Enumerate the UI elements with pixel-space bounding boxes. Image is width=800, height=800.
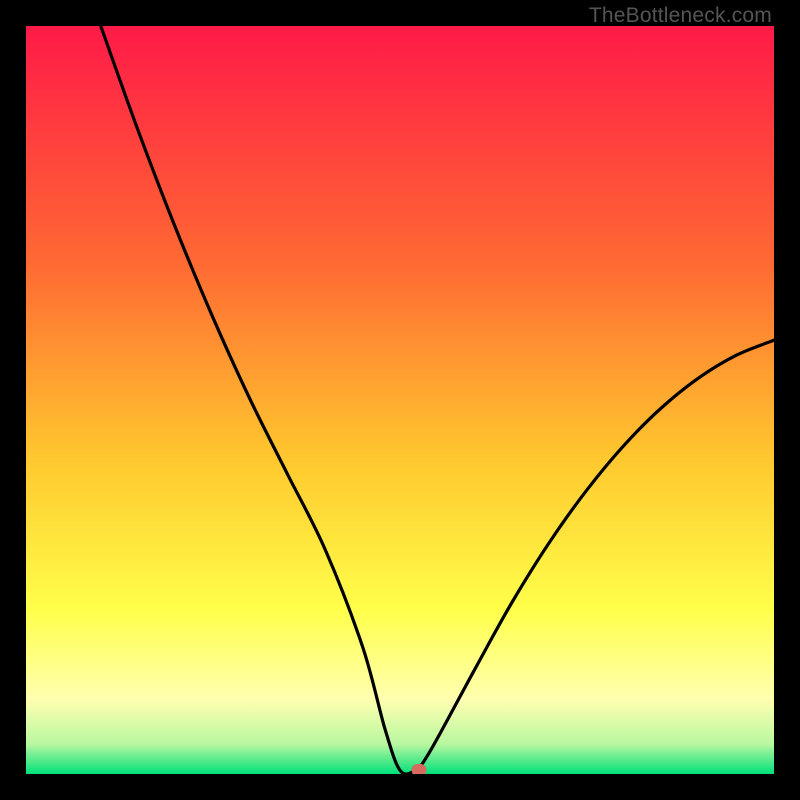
plot-area (26, 26, 774, 774)
bottleneck-curve (26, 26, 774, 774)
watermark-text: TheBottleneck.com (589, 4, 772, 28)
chart-frame: TheBottleneck.com (0, 0, 800, 800)
optimum-marker-icon (411, 764, 426, 774)
